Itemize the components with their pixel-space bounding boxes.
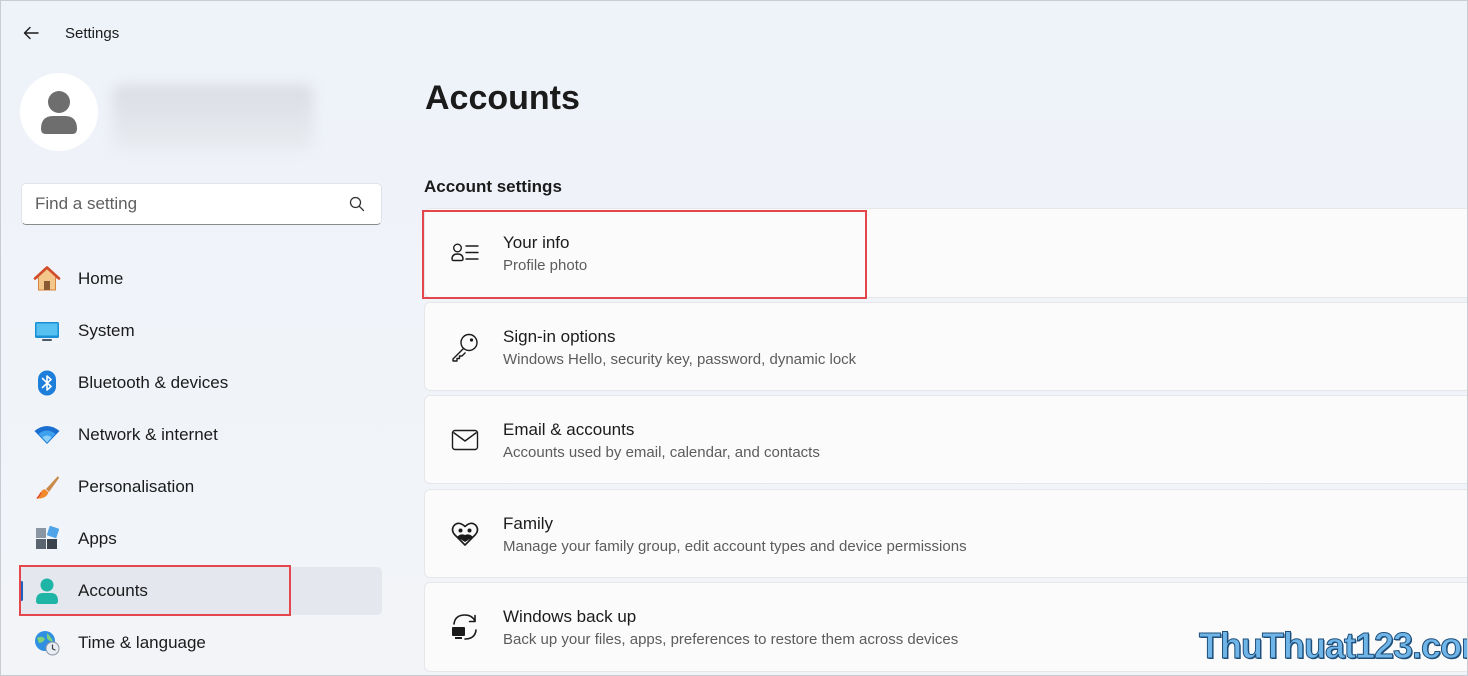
wifi-icon bbox=[33, 421, 61, 449]
sidebar-item-system[interactable]: System bbox=[19, 307, 382, 355]
page-title: Accounts bbox=[425, 79, 580, 117]
main-content: Accounts Account settings Your info Prof… bbox=[401, 65, 1467, 675]
key-icon bbox=[450, 332, 480, 362]
search-icon[interactable] bbox=[349, 196, 365, 212]
avatar[interactable] bbox=[20, 73, 98, 151]
sidebar-item-label: Personalisation bbox=[78, 477, 195, 496]
arrow-left-icon bbox=[23, 26, 39, 40]
settings-window: Settings Find a setting Home System Blue… bbox=[0, 0, 1468, 676]
user-avatar-icon bbox=[41, 91, 77, 134]
selection-indicator bbox=[20, 581, 23, 601]
card-subtitle: Profile photo bbox=[503, 257, 588, 274]
sidebar-item-label: System bbox=[78, 321, 135, 340]
card-title: Windows back up bbox=[503, 607, 637, 626]
sidebar: Home System bbox=[1, 65, 401, 675]
card-your-info[interactable]: Your info Profile photo bbox=[424, 208, 1467, 298]
search-input[interactable] bbox=[22, 194, 332, 214]
card-email-accounts[interactable]: Email & accounts Accounts used by email,… bbox=[424, 395, 1467, 484]
sidebar-item-home[interactable]: Home bbox=[19, 255, 382, 303]
sidebar-item-label: Apps bbox=[78, 529, 117, 548]
watermark-logo: ThuThuat123.com bbox=[1198, 625, 1468, 667]
sidebar-item-personalisation[interactable]: Personalisation bbox=[19, 463, 382, 511]
back-button[interactable] bbox=[15, 19, 47, 47]
card-family[interactable]: Family Manage your family group, edit ac… bbox=[424, 489, 1467, 578]
search-box[interactable] bbox=[21, 183, 382, 225]
sidebar-item-label: Home bbox=[78, 269, 124, 288]
family-heart-icon bbox=[450, 519, 480, 549]
globe-clock-icon bbox=[33, 629, 61, 657]
section-title: Account settings bbox=[424, 177, 562, 196]
card-title: Your info bbox=[503, 233, 570, 252]
card-subtitle: Back up your files, apps, preferences to… bbox=[503, 631, 959, 648]
card-title: Family bbox=[503, 514, 554, 533]
card-sign-in-options[interactable]: Sign-in options Windows Hello, security … bbox=[424, 302, 1467, 391]
mail-icon bbox=[450, 425, 480, 455]
account-name-blurred bbox=[113, 85, 313, 151]
card-subtitle: Manage your family group, edit account t… bbox=[503, 538, 967, 555]
home-icon bbox=[33, 265, 61, 293]
sidebar-item-label: Time & language bbox=[78, 633, 206, 652]
backup-icon bbox=[450, 612, 480, 642]
card-subtitle: Windows Hello, security key, password, d… bbox=[503, 351, 857, 368]
app-title: Settings bbox=[65, 25, 120, 42]
user-info-icon bbox=[450, 238, 480, 268]
bluetooth-icon bbox=[33, 369, 61, 397]
sidebar-item-network[interactable]: Network & internet bbox=[19, 411, 382, 459]
sidebar-item-label: Accounts bbox=[78, 581, 148, 600]
sidebar-item-apps[interactable]: Apps bbox=[19, 515, 382, 563]
sidebar-item-label: Bluetooth & devices bbox=[78, 373, 229, 392]
brush-icon bbox=[33, 473, 61, 501]
card-subtitle: Accounts used by email, calendar, and co… bbox=[503, 444, 820, 461]
person-icon bbox=[33, 577, 61, 605]
card-title: Email & accounts bbox=[503, 420, 635, 439]
sidebar-item-label: Network & internet bbox=[78, 425, 218, 444]
sidebar-item-accounts[interactable]: Accounts bbox=[19, 567, 382, 615]
monitor-icon bbox=[33, 317, 61, 345]
card-title: Sign-in options bbox=[503, 327, 616, 346]
sidebar-item-bluetooth[interactable]: Bluetooth & devices bbox=[19, 359, 382, 407]
sidebar-item-time-language[interactable]: Time & language bbox=[19, 619, 382, 667]
title-bar: Settings bbox=[1, 1, 1467, 65]
apps-icon bbox=[33, 525, 61, 553]
